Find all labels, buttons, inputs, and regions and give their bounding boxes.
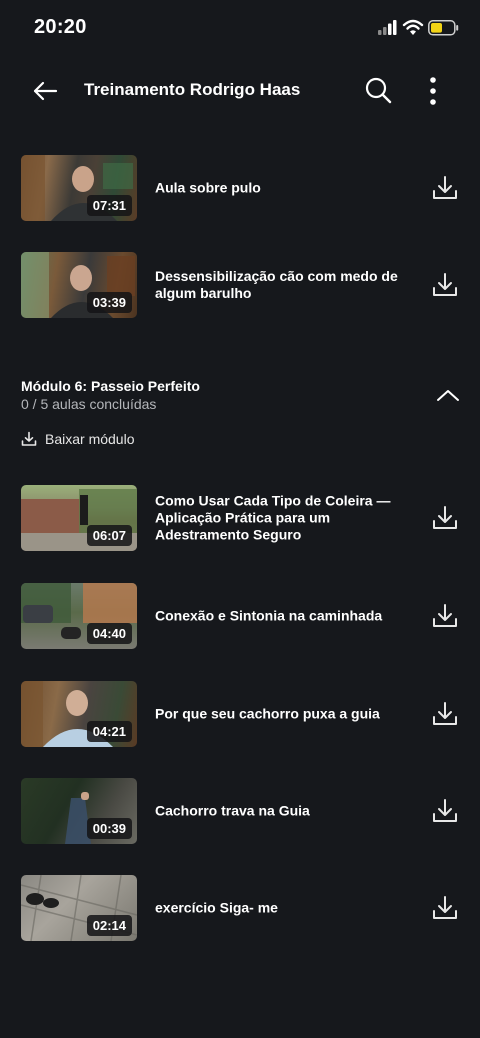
battery-icon: [428, 20, 459, 36]
lesson-thumbnail[interactable]: 03:39: [21, 252, 137, 318]
lesson-title[interactable]: Conexão e Sintonia na caminhada: [155, 608, 410, 625]
status-time: 20:20: [34, 16, 87, 38]
lesson-thumbnail[interactable]: 02:14: [21, 875, 137, 941]
chevron-up-icon: [437, 390, 459, 401]
video-duration: 03:39: [86, 292, 132, 313]
video-duration: 04:21: [86, 721, 132, 742]
video-duration: 02:14: [86, 915, 132, 936]
lesson-title[interactable]: Dessensibilização cão com medo de algum …: [155, 268, 410, 302]
search-icon: [365, 77, 392, 104]
collapse-module-button[interactable]: [434, 386, 462, 406]
video-duration: 07:31: [86, 195, 132, 216]
lesson-title[interactable]: Como Usar Cada Tipo de Coleira — Aplicaç…: [155, 493, 410, 544]
lesson-thumbnail[interactable]: 04:21: [21, 681, 137, 747]
download-button[interactable]: [431, 700, 459, 728]
lesson-thumbnail[interactable]: 04:40: [21, 583, 137, 649]
search-button[interactable]: [362, 74, 394, 106]
lesson-title[interactable]: Aula sobre pulo: [155, 180, 410, 197]
video-duration: 06:07: [86, 525, 132, 546]
signal-icon: [378, 20, 397, 35]
page-title: Treinamento Rodrigo Haas: [84, 80, 301, 99]
lesson-item[interactable]: 07:31 Aula sobre pulo: [0, 155, 480, 221]
download-icon: [433, 604, 457, 627]
download-button[interactable]: [431, 174, 459, 202]
download-icon: [433, 799, 457, 822]
download-button[interactable]: [431, 504, 459, 532]
lesson-item[interactable]: 02:14 exercício Siga- me: [0, 875, 480, 941]
download-module-button[interactable]: Baixar módulo: [21, 428, 135, 450]
more-vertical-icon: [430, 77, 436, 105]
lesson-title[interactable]: Cachorro trava na Guia: [155, 803, 410, 820]
lesson-item[interactable]: 04:21 Por que seu cachorro puxa a guia: [0, 681, 480, 747]
video-duration: 00:39: [86, 818, 132, 839]
status-icons: [378, 18, 460, 38]
app-bar: Treinamento Rodrigo Haas: [0, 56, 480, 126]
lesson-item[interactable]: 04:40 Conexão e Sintonia na caminhada: [0, 583, 480, 649]
download-icon: [21, 431, 37, 446]
status-bar: 20:20: [0, 0, 480, 56]
download-icon: [433, 702, 457, 725]
download-button[interactable]: [431, 602, 459, 630]
lesson-item[interactable]: 03:39 Dessensibilização cão com medo de …: [0, 252, 480, 318]
module-header[interactable]: Módulo 6: Passeio Perfeito 0 / 5 aulas c…: [0, 376, 480, 416]
download-button[interactable]: [431, 271, 459, 299]
lesson-thumbnail[interactable]: 06:07: [21, 485, 137, 551]
more-options-button[interactable]: [420, 74, 446, 108]
module-title: Módulo 6: Passeio Perfeito: [21, 378, 200, 394]
back-button[interactable]: [30, 76, 62, 106]
lesson-title[interactable]: Por que seu cachorro puxa a guia: [155, 706, 410, 723]
download-button[interactable]: [431, 894, 459, 922]
download-icon: [433, 176, 457, 199]
lesson-item[interactable]: 00:39 Cachorro trava na Guia: [0, 778, 480, 844]
back-arrow-icon: [33, 81, 58, 101]
module-progress: 0 / 5 aulas concluídas: [21, 396, 157, 412]
lesson-thumbnail[interactable]: 00:39: [21, 778, 137, 844]
lesson-thumbnail[interactable]: 07:31: [21, 155, 137, 221]
lesson-title[interactable]: exercício Siga- me: [155, 900, 410, 917]
video-duration: 04:40: [86, 623, 132, 644]
wifi-icon: [402, 19, 424, 35]
download-icon: [433, 506, 457, 529]
download-icon: [433, 896, 457, 919]
lesson-item[interactable]: 06:07 Como Usar Cada Tipo de Coleira — A…: [0, 485, 480, 551]
download-module-label: Baixar módulo: [45, 431, 135, 447]
download-button[interactable]: [431, 797, 459, 825]
download-icon: [433, 273, 457, 296]
